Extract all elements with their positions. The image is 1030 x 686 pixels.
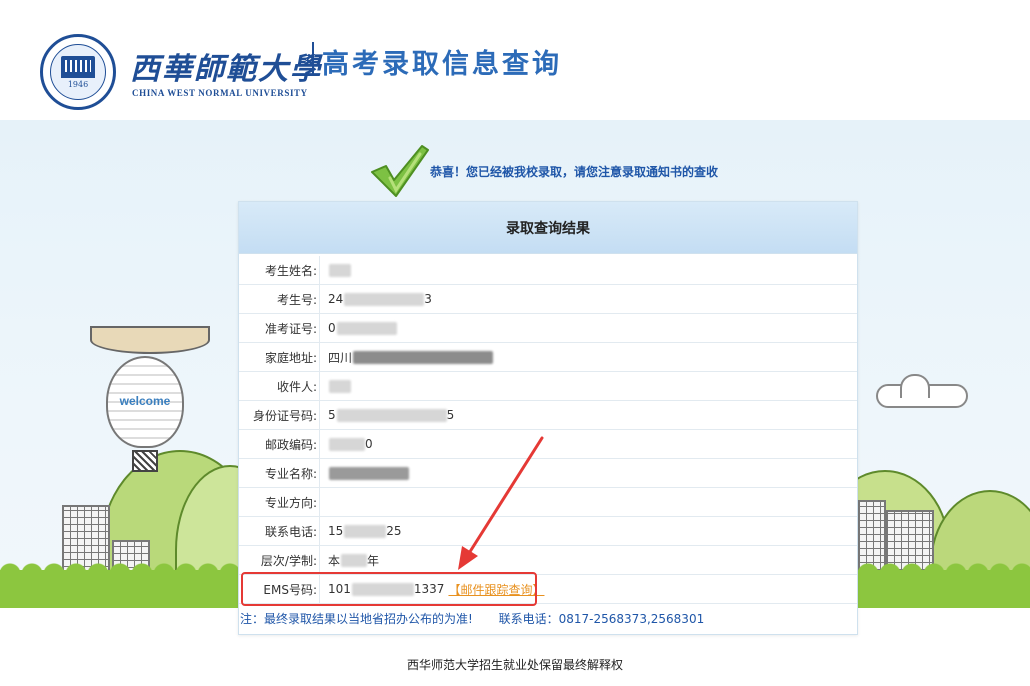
row-label: 家庭地址:: [264, 350, 317, 365]
balloon-basket: [132, 450, 158, 472]
building-icon: [61, 55, 95, 78]
red-arrow-icon: [458, 436, 544, 570]
row-value: 本 年: [319, 545, 857, 575]
value-text: 15: [328, 524, 344, 538]
school-name-cn: 西華師範大學: [130, 52, 322, 87]
row-value: 24 3: [319, 284, 857, 314]
row-label: 联系电话:: [264, 524, 317, 539]
note-line: 注：最终录取结果以当地省招办公布的为准! 联系电话：0817-2568373,2…: [240, 610, 704, 627]
row-home-address: 家庭地址: 四川: [239, 342, 857, 372]
value-text: 5: [328, 408, 336, 422]
check-icon: [371, 145, 429, 197]
value-text-tail: 5: [446, 408, 455, 422]
row-label: 准考证号:: [264, 321, 317, 336]
redaction-mask: [336, 321, 397, 335]
row-label: 专业方向:: [264, 495, 317, 510]
value-text: 本: [328, 553, 341, 568]
row-id-number: 身份证号码: 5 5: [239, 400, 857, 430]
balloon-label: welcome: [119, 394, 171, 408]
redaction-mask: [329, 466, 409, 480]
row-value: [319, 458, 857, 488]
row-label: 邮政编码:: [264, 437, 317, 452]
note-text: 注：最终录取结果以当地省招办公布的为准!: [240, 612, 473, 626]
value-text-tail: 0: [365, 437, 373, 451]
redaction-mask: [329, 263, 351, 277]
header-divider: [312, 42, 314, 76]
redaction-mask: [336, 408, 447, 422]
redaction-mask: [329, 437, 365, 451]
row-value: [319, 487, 857, 517]
row-label: 考生号:: [276, 292, 317, 307]
redaction-mask: [353, 350, 494, 364]
hot-air-balloon-illustration: welcome: [106, 356, 184, 448]
row-candidate-number: 考生号: 24 3: [239, 284, 857, 314]
value-text: 24: [328, 292, 344, 306]
row-value: 0: [319, 313, 857, 343]
row-value: 四川: [319, 342, 857, 372]
value-text: 0: [328, 321, 336, 335]
page-header: 1946 西華師範大學 CHINA WEST NORMAL UNIVERSITY…: [0, 0, 1030, 120]
row-candidate-name: 考生姓名:: [239, 255, 857, 285]
row-value: [319, 371, 857, 401]
seal-inner: 1946: [50, 44, 106, 100]
admission-notice: 恭喜！您已经被我校录取，请您注意录取通知书的查收: [430, 165, 719, 179]
value-text-tail: 年: [367, 553, 380, 568]
card-title: 录取查询结果: [239, 202, 857, 254]
row-label: 专业名称:: [264, 466, 317, 481]
redaction-mask: [344, 292, 425, 306]
footer-text: 西华师范大学招生就业处保留最终解释权: [406, 658, 623, 672]
cloud-icon: [876, 374, 968, 408]
contact-phone: 联系电话：0817-2568373,2568301: [498, 612, 705, 626]
redaction-mask: [341, 553, 368, 567]
row-label: 考生姓名:: [264, 263, 317, 278]
row-value: 0: [319, 429, 857, 459]
row-exam-number: 准考证号: 0: [239, 313, 857, 343]
redaction-mask: [329, 379, 351, 393]
ribbon-decoration: [90, 326, 210, 354]
university-seal-logo: 1946: [40, 34, 116, 110]
value-text-tail: 3: [424, 292, 432, 306]
row-label: 身份证号码:: [252, 408, 317, 423]
row-label: 收件人:: [276, 379, 317, 394]
system-title: 高考录取信息查询: [322, 49, 562, 80]
row-value: 15 25: [319, 516, 857, 546]
row-recipient: 收件人:: [239, 371, 857, 401]
row-label: 层次/学制:: [260, 553, 317, 568]
school-name-en: CHINA WEST NORMAL UNIVERSITY: [132, 88, 308, 98]
row-value: 5 5: [319, 400, 857, 430]
value-text: 四川: [328, 350, 353, 365]
row-value: [319, 255, 857, 285]
redaction-mask: [344, 524, 387, 538]
value-text-tail: 25: [386, 524, 402, 538]
seal-year: 1946: [67, 79, 89, 89]
